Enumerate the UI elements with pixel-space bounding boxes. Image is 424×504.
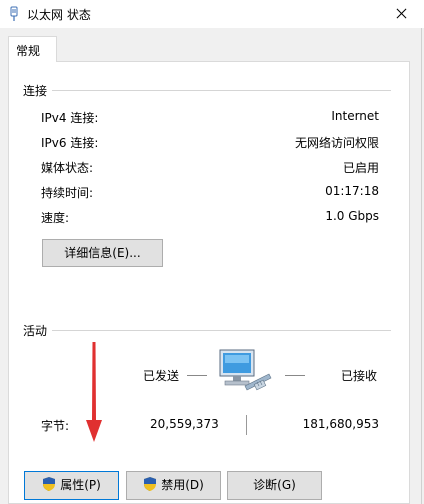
sent-label: 已发送 bbox=[143, 369, 180, 383]
bytes-sent-value: 20,559,373 bbox=[150, 417, 219, 431]
ipv4-value: Internet bbox=[331, 109, 379, 123]
disable-button[interactable]: 禁用(D) bbox=[126, 471, 221, 500]
ipv6-value: 无网络访问权限 bbox=[294, 136, 379, 150]
duration-value: 01:17:18 bbox=[325, 184, 379, 198]
duration-label: 持续时间: bbox=[41, 186, 94, 200]
network-computer-icon bbox=[219, 349, 272, 391]
ipv4-label: IPv4 连接: bbox=[41, 111, 99, 125]
received-line bbox=[285, 375, 305, 376]
sent-line bbox=[187, 375, 207, 376]
activity-section-label: 活动 bbox=[23, 324, 48, 338]
tab-general-label: 常规 bbox=[16, 44, 41, 58]
window-title: 以太网 状态 bbox=[27, 8, 91, 22]
network-adapter-icon bbox=[10, 6, 18, 21]
details-button[interactable]: 详细信息(E)... bbox=[42, 239, 163, 267]
received-label: 已接收 bbox=[341, 369, 378, 383]
bytes-separator bbox=[246, 415, 247, 435]
media-state-label: 媒体状态: bbox=[41, 161, 94, 175]
tab-panel bbox=[8, 61, 410, 504]
speed-value: 1.0 Gbps bbox=[325, 209, 379, 223]
title-bar: 以太网 状态 bbox=[0, 0, 424, 28]
uac-shield-icon bbox=[144, 477, 157, 491]
properties-button-label: 属性(P) bbox=[60, 478, 101, 492]
disable-button-label: 禁用(D) bbox=[161, 478, 204, 492]
diagnose-button[interactable]: 诊断(G) bbox=[227, 471, 322, 500]
details-button-label: 详细信息(E)... bbox=[64, 246, 141, 260]
diagnose-button-label: 诊断(G) bbox=[253, 478, 296, 492]
ipv6-label: IPv6 连接: bbox=[41, 136, 99, 150]
connection-section-label: 连接 bbox=[23, 84, 48, 98]
connection-divider bbox=[52, 90, 391, 91]
bytes-label: 字节: bbox=[41, 419, 70, 433]
properties-button[interactable]: 属性(P) bbox=[24, 471, 119, 500]
activity-divider bbox=[52, 330, 391, 331]
uac-shield-icon bbox=[43, 477, 56, 491]
close-button[interactable] bbox=[378, 0, 424, 28]
red-arrow-annotation bbox=[86, 342, 102, 442]
media-state-value: 已启用 bbox=[342, 161, 379, 175]
speed-label: 速度: bbox=[41, 211, 70, 225]
window-edge bbox=[421, 28, 422, 504]
tab-general[interactable]: 常规 bbox=[8, 36, 57, 62]
bytes-received-value: 181,680,953 bbox=[302, 417, 379, 431]
